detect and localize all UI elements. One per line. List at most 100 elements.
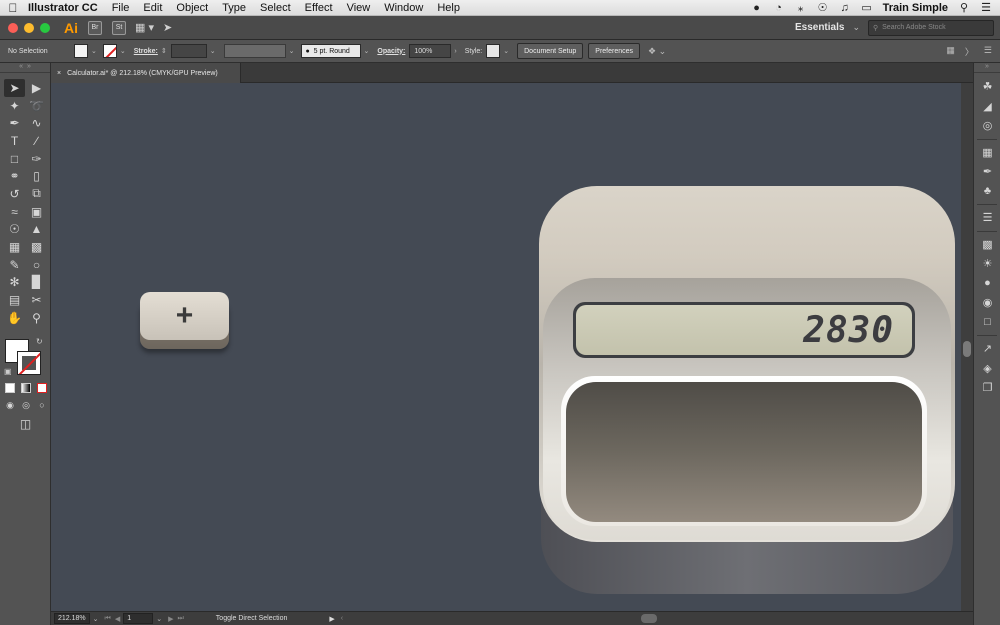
volume-icon[interactable]: ♫ — [839, 2, 851, 14]
dock-collapse-icon[interactable]: » — [974, 63, 1000, 73]
status-text[interactable]: Toggle Direct Selection — [216, 615, 288, 622]
stock-button[interactable]: St — [112, 20, 126, 35]
apple-menu-icon[interactable]:  — [0, 1, 26, 15]
stroke-stepper-icon[interactable]: ⇕ — [161, 47, 167, 55]
vertical-scrollbar[interactable] — [961, 83, 973, 611]
menu-type[interactable]: Type — [215, 2, 253, 14]
zoom-dropdown-icon[interactable]: ⌄ — [93, 615, 99, 623]
selection-tool-icon[interactable]: ➤ — [4, 79, 25, 97]
time-machine-icon[interactable]: ◔ — [773, 2, 785, 14]
battery-icon[interactable]: ▭ — [861, 1, 873, 14]
document-setup-button[interactable]: Document Setup — [517, 43, 584, 59]
document-tab[interactable]: × Calculator.ai* @ 212.18% (CMYK/GPU Pre… — [51, 63, 241, 83]
zoom-window-button[interactable] — [40, 22, 50, 33]
free-transform-tool-icon[interactable]: ▣ — [26, 203, 47, 221]
panel-menu-icon[interactable]: ☰ — [984, 45, 992, 58]
menu-view[interactable]: View — [340, 2, 378, 14]
line-tool-icon[interactable]: ∕ — [26, 132, 47, 150]
gradient-panel-icon[interactable]: ▩ — [974, 235, 1000, 255]
stroke-panel-icon[interactable]: ☰ — [974, 208, 1000, 228]
direct-selection-tool-icon[interactable]: ▶ — [26, 79, 47, 97]
color-mode-icon[interactable] — [5, 383, 15, 393]
zoom-field[interactable]: 212.18% — [54, 613, 90, 624]
screen-mode-icon[interactable]: ◫ — [15, 415, 36, 433]
bluetooth-icon[interactable]: ⁎ — [795, 1, 807, 14]
zoom-tool-icon[interactable]: ⚲ — [26, 309, 47, 327]
minimize-window-button[interactable] — [24, 22, 34, 33]
close-window-button[interactable] — [8, 22, 18, 33]
blend-tool-icon[interactable]: ○ — [26, 256, 47, 274]
app-menu[interactable]: Illustrator CC — [26, 2, 105, 14]
symbols-icon[interactable]: ♣ — [974, 182, 1000, 202]
previous-artboard-icon[interactable]: ◀ — [115, 615, 120, 623]
menu-effect[interactable]: Effect — [298, 2, 340, 14]
stroke-label[interactable]: Stroke: — [134, 48, 158, 55]
pen-tool-icon[interactable]: ✒ — [4, 114, 25, 132]
chevron-down-icon[interactable]: ⌄ — [852, 22, 860, 33]
perspective-grid-tool-icon[interactable]: ▲ — [26, 221, 47, 239]
graphic-style-swatch[interactable] — [486, 44, 501, 58]
stroke-weight-field[interactable] — [170, 44, 207, 58]
gradient-mode-icon[interactable] — [21, 383, 31, 393]
toolbar-collapse-icon[interactable]: « » — [0, 63, 50, 73]
preferences-button[interactable]: Preferences — [588, 43, 641, 59]
paintbrush-tool-icon[interactable]: ✑ — [26, 150, 47, 168]
color-guide-icon[interactable]: ◢ — [974, 97, 1000, 117]
scroll-left-icon[interactable]: ‹ — [341, 615, 343, 622]
menu-edit[interactable]: Edit — [136, 2, 169, 14]
horizontal-scroll-thumb[interactable] — [641, 614, 657, 623]
mesh-tool-icon[interactable]: ▦ — [4, 238, 25, 256]
draw-behind-icon[interactable]: ◎ — [21, 400, 31, 410]
stock-search-field[interactable]: ⚲ Search Adobe Stock — [868, 19, 994, 36]
swatches-icon[interactable]: ▦ — [974, 143, 1000, 163]
close-tab-icon[interactable]: × — [57, 70, 61, 77]
gradient-tool-icon[interactable]: ▩ — [26, 238, 47, 256]
user-name[interactable]: Train Simple — [883, 2, 948, 14]
curvature-tool-icon[interactable]: ∿ — [26, 114, 47, 132]
workspace-switcher[interactable]: Essentials — [795, 22, 844, 33]
swap-fill-stroke-icon[interactable]: ↻ — [36, 337, 43, 346]
artboard-dropdown-icon[interactable]: ⌄ — [156, 615, 162, 623]
none-mode-icon[interactable] — [37, 383, 47, 393]
creative-cloud-icon[interactable]: ● — [751, 2, 763, 14]
artboard-canvas[interactable]: + 2830 — [51, 83, 963, 611]
stroke-color-box[interactable] — [17, 351, 41, 375]
artboard-tool-icon[interactable]: ▤ — [4, 291, 25, 309]
brushes-icon[interactable]: ✒ — [974, 162, 1000, 182]
transparency-icon[interactable]: ☀ — [974, 254, 1000, 274]
bridge-button[interactable]: Br — [88, 20, 102, 35]
stroke-swatch[interactable] — [102, 44, 117, 58]
scale-tool-icon[interactable]: ⧉ — [26, 185, 47, 203]
fill-swatch[interactable] — [74, 44, 88, 58]
draw-inside-icon[interactable]: ○ — [37, 400, 47, 410]
align-icon[interactable]: ▦ — [946, 45, 955, 58]
arrange-documents-icon[interactable]: ▦ ▾ — [135, 21, 154, 34]
menu-help[interactable]: Help — [430, 2, 467, 14]
artboards-icon[interactable]: ❐ — [974, 378, 1000, 398]
menu-file[interactable]: File — [105, 2, 137, 14]
lasso-tool-icon[interactable]: ➰ — [26, 97, 47, 115]
next-artboard-icon[interactable]: ▶ — [168, 615, 173, 623]
transform-icon[interactable]: □ — [974, 313, 1000, 333]
export-icon[interactable]: ↗ — [974, 339, 1000, 359]
color-panel-icon[interactable]: ☘ — [974, 77, 1000, 97]
style-dropdown-icon[interactable]: ⌄ — [503, 47, 509, 55]
rectangle-tool-icon[interactable]: □ — [4, 150, 25, 168]
type-tool-icon[interactable]: T — [4, 132, 25, 150]
appearance-icon[interactable]: ◎ — [974, 116, 1000, 136]
draw-normal-icon[interactable]: ◉ — [5, 400, 15, 410]
shaper-tool-icon[interactable]: ⚭ — [4, 167, 25, 185]
spotlight-icon[interactable]: ⚲ — [958, 1, 970, 14]
layers-icon[interactable]: ◈ — [974, 359, 1000, 379]
status-menu-icon[interactable]: ▶ — [329, 615, 334, 623]
gpu-performance-icon[interactable]: ➤ — [163, 21, 172, 34]
magic-wand-tool-icon[interactable]: ✦ — [4, 97, 25, 115]
brush-definition[interactable]: ● 5 pt. Round — [300, 44, 361, 58]
pathfinder-icon[interactable]: ◉ — [974, 293, 1000, 313]
last-artboard-icon[interactable]: ⏭ — [177, 615, 183, 623]
graph-tool-icon[interactable]: ▉ — [26, 274, 47, 292]
menu-window[interactable]: Window — [377, 2, 430, 14]
rotate-tool-icon[interactable]: ↺ — [4, 185, 25, 203]
stroke-weight-dropdown-icon[interactable]: ⌄ — [210, 47, 216, 55]
first-artboard-icon[interactable]: ⏮ — [105, 615, 111, 623]
